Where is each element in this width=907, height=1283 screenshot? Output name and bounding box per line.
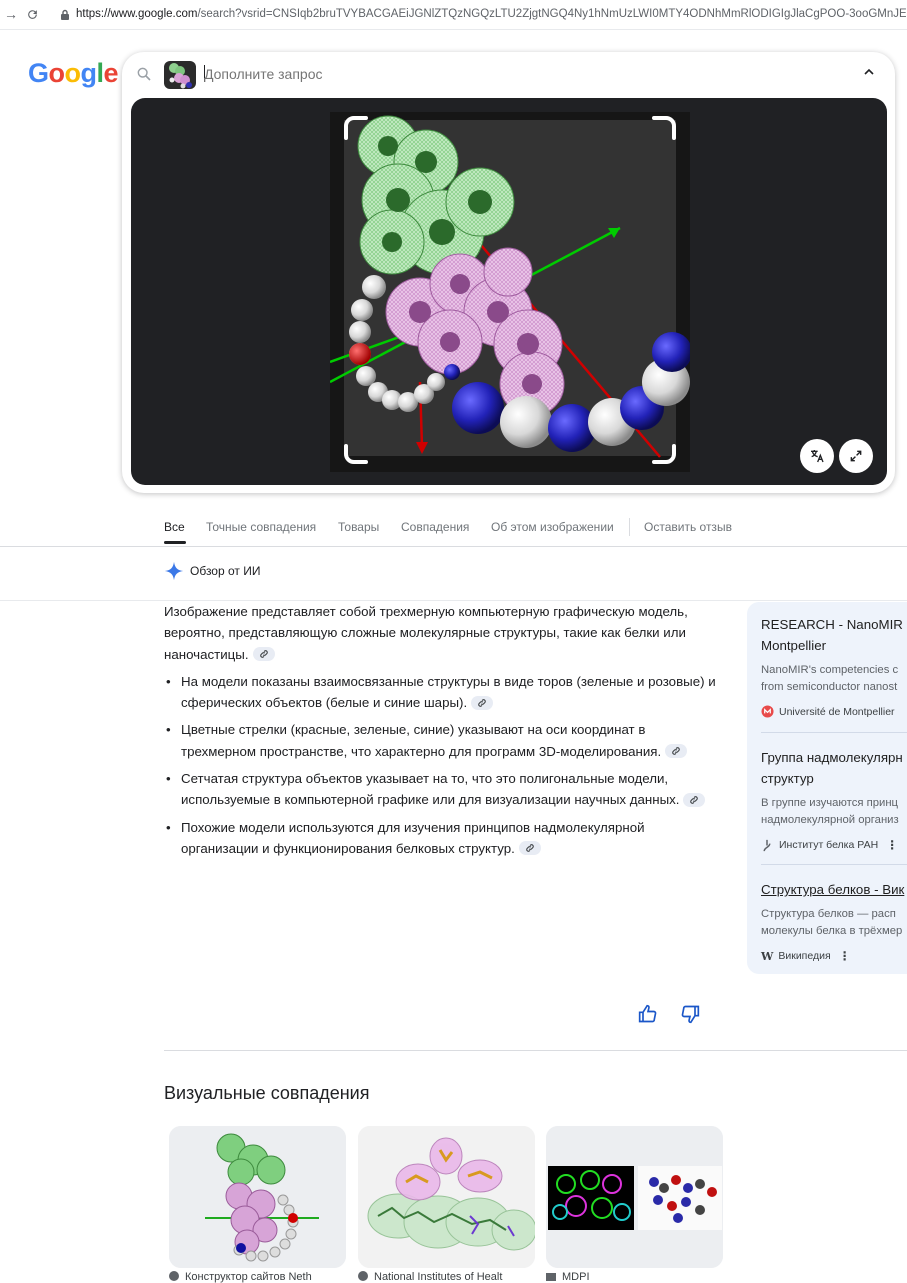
reload-icon[interactable] bbox=[26, 8, 39, 21]
source-snippet-line2: надмолекулярной организ bbox=[761, 814, 899, 826]
ai-overview-header[interactable]: Обзор от ИИ bbox=[164, 561, 260, 581]
tab-separator bbox=[629, 518, 630, 536]
tab-all[interactable]: Все bbox=[164, 520, 185, 534]
ai-bullet-list: На модели показаны взаимосвязанные струк… bbox=[164, 671, 724, 859]
logo-letter: g bbox=[80, 58, 98, 88]
tab-exact-matches[interactable]: Точные совпадения bbox=[206, 520, 316, 534]
montpellier-favicon-icon bbox=[761, 705, 774, 718]
visual-match-card[interactable] bbox=[169, 1126, 346, 1268]
logo-letter: e bbox=[103, 58, 119, 88]
source-card[interactable]: Структура белков - Вик Структура белков … bbox=[761, 879, 907, 963]
source-title[interactable]: Структура белков - Вик bbox=[761, 879, 907, 900]
list-item: На модели показаны взаимосвязанные струк… bbox=[164, 671, 724, 714]
logo-letter: G bbox=[28, 58, 49, 88]
ai-overview-body: Изображение представляет собой трехмерну… bbox=[164, 601, 724, 865]
ai-overview-label: Обзор от ИИ bbox=[190, 564, 261, 578]
lock-icon[interactable] bbox=[60, 9, 70, 21]
visual-matches-heading: Визуальные совпадения bbox=[164, 1083, 370, 1103]
search-icon[interactable] bbox=[136, 66, 152, 82]
wikipedia-icon: W bbox=[761, 949, 774, 963]
visual-match-source[interactable]: MDPI bbox=[546, 1271, 721, 1283]
thumbs-down-icon[interactable] bbox=[680, 1004, 700, 1024]
logo-letter: l bbox=[96, 58, 105, 88]
google-logo[interactable]: Google bbox=[28, 58, 119, 89]
tab-matches[interactable]: Совпадения bbox=[401, 520, 469, 534]
chevron-up-icon[interactable] bbox=[861, 64, 877, 80]
visual-match-image bbox=[169, 1126, 346, 1268]
visual-match-image bbox=[358, 1126, 535, 1268]
ai-intro: Изображение представляет собой трехмерну… bbox=[164, 604, 688, 662]
source-site: W Википедия ⋮ bbox=[761, 949, 851, 963]
tabs-divider bbox=[0, 546, 907, 547]
forward-icon[interactable]: → bbox=[4, 6, 18, 22]
citation-link[interactable] bbox=[683, 792, 706, 807]
list-item: Похожие модели используются для изучения… bbox=[164, 817, 724, 860]
thumbs-up-icon[interactable] bbox=[638, 1004, 658, 1024]
source-site: Институт белка РАН ⋮ bbox=[761, 838, 907, 852]
visual-match-card[interactable] bbox=[546, 1126, 723, 1268]
citation-link[interactable] bbox=[518, 841, 541, 856]
source-title-line2[interactable]: Montpellier bbox=[761, 635, 907, 656]
citation-link[interactable] bbox=[471, 695, 494, 710]
image-viewer[interactable] bbox=[131, 98, 887, 485]
tab-products[interactable]: Товары bbox=[338, 520, 379, 534]
browser-toolbar: → https://www.google.com/search?vsrid=CN… bbox=[0, 0, 907, 30]
source-divider bbox=[761, 732, 907, 733]
source-snippet: NanoMIR's competencies c bbox=[761, 664, 899, 676]
visual-match-source[interactable]: Конструктор сайтов Neth bbox=[169, 1271, 344, 1283]
fullscreen-button[interactable] bbox=[839, 439, 873, 473]
visual-match-source[interactable]: National Institutes of Healt bbox=[358, 1271, 533, 1283]
list-item: Сетчатая структура объектов указывает на… bbox=[164, 768, 724, 811]
source-snippet: Структура белков — расп bbox=[761, 908, 896, 920]
link-icon bbox=[478, 698, 486, 707]
list-item: Цветные стрелки (красные, зеленые, синие… bbox=[164, 719, 724, 762]
protein-institute-favicon-icon bbox=[763, 839, 771, 851]
link-icon bbox=[259, 650, 268, 658]
translate-button[interactable] bbox=[800, 439, 834, 473]
citation-link[interactable] bbox=[252, 647, 275, 662]
search-card bbox=[122, 52, 895, 493]
logo-letter: o bbox=[48, 58, 66, 88]
link-icon bbox=[672, 747, 680, 756]
ai-header-shadow bbox=[150, 588, 880, 592]
address-bar[interactable]: https://www.google.com/search?vsrid=CNSI… bbox=[76, 8, 906, 20]
source-snippet-line2: from semiconductor nanost bbox=[761, 681, 898, 693]
query-image bbox=[329, 112, 692, 472]
source-divider bbox=[761, 864, 907, 865]
gemini-sparkle-icon bbox=[164, 561, 184, 581]
more-options-icon[interactable]: ⋮ bbox=[886, 838, 898, 852]
citation-link[interactable] bbox=[665, 744, 688, 759]
expand-icon bbox=[850, 450, 862, 462]
more-options-icon[interactable]: ⋮ bbox=[839, 949, 851, 963]
search-input[interactable] bbox=[204, 66, 764, 82]
query-image-thumbnail[interactable] bbox=[164, 61, 196, 89]
source-card[interactable]: Группа надмолекулярн структур В группе и… bbox=[761, 747, 907, 852]
active-tab-indicator bbox=[164, 541, 186, 544]
source-title-line2[interactable]: структур bbox=[761, 768, 907, 789]
source-snippet-line2: молекулы белка в трёхмер bbox=[761, 925, 903, 937]
tab-about-image[interactable]: Об этом изображении bbox=[491, 520, 614, 534]
link-icon bbox=[526, 844, 534, 853]
source-title[interactable]: Группа надмолекулярн bbox=[761, 747, 907, 768]
link-icon bbox=[690, 796, 699, 804]
sources-panel: RESEARCH - NanoMIR Montpellier NanoMIR's… bbox=[747, 602, 907, 974]
source-snippet: В группе изучаются принц bbox=[761, 797, 899, 809]
source-site: Université de Montpellier bbox=[761, 705, 907, 718]
tab-feedback[interactable]: Оставить отзыв bbox=[644, 520, 732, 534]
source-card[interactable]: RESEARCH - NanoMIR Montpellier NanoMIR's… bbox=[761, 614, 907, 718]
translate-icon bbox=[811, 450, 824, 463]
source-title[interactable]: RESEARCH - NanoMIR bbox=[761, 614, 907, 635]
visual-match-card[interactable] bbox=[358, 1126, 535, 1268]
logo-letter: o bbox=[64, 58, 82, 88]
section-divider bbox=[164, 1050, 907, 1051]
visual-match-image bbox=[546, 1126, 723, 1268]
